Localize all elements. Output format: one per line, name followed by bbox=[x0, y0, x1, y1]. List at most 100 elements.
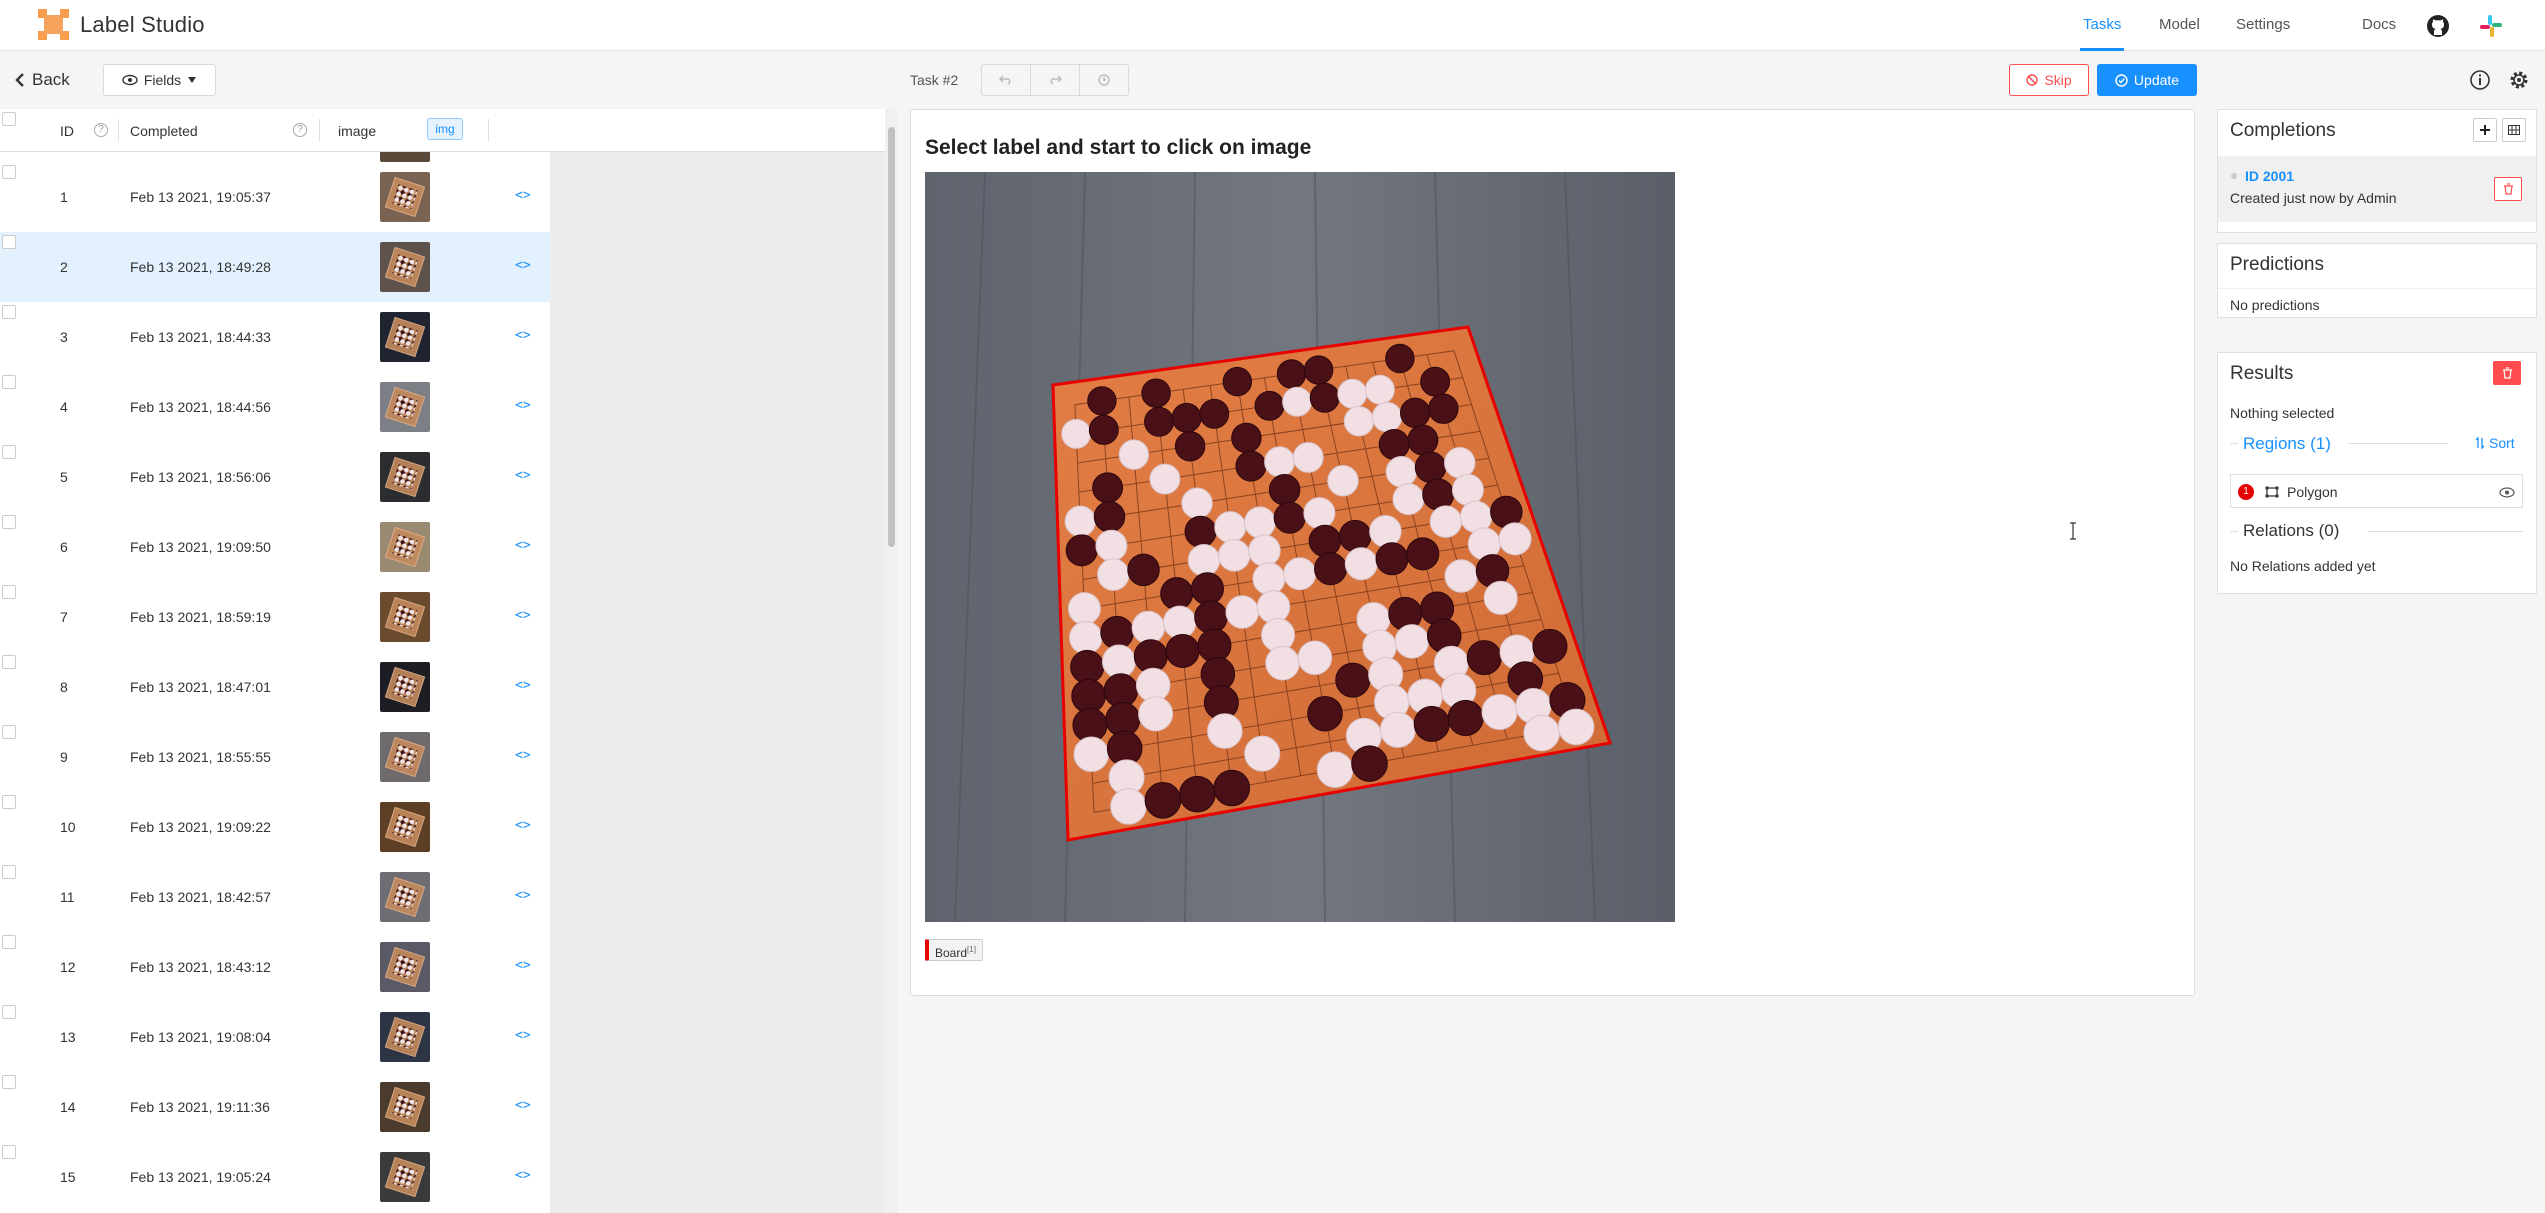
column-header-image[interactable]: image bbox=[338, 123, 376, 139]
code-icon[interactable]: <> bbox=[515, 818, 531, 833]
table-row[interactable]: 7 Feb 13 2021, 18:59:19 <> bbox=[0, 582, 550, 652]
row-checkbox[interactable] bbox=[2, 515, 16, 529]
nav-model[interactable]: Model bbox=[2159, 16, 2200, 33]
code-icon[interactable]: <> bbox=[515, 258, 531, 273]
delete-all-results-button[interactable] bbox=[2493, 361, 2521, 385]
region-item-polygon[interactable]: 1 Polygon bbox=[2230, 474, 2523, 508]
code-icon[interactable]: <> bbox=[515, 748, 531, 763]
github-icon[interactable] bbox=[2426, 14, 2450, 38]
help-icon[interactable]: ? bbox=[293, 123, 307, 137]
row-checkbox[interactable] bbox=[2, 1005, 16, 1019]
task-thumbnail[interactable] bbox=[380, 872, 430, 922]
task-thumbnail[interactable] bbox=[380, 942, 430, 992]
code-icon[interactable]: <> bbox=[515, 468, 531, 483]
row-checkbox[interactable] bbox=[2, 165, 16, 179]
table-row[interactable]: 8 Feb 13 2021, 18:47:01 <> bbox=[0, 652, 550, 722]
table-row[interactable]: 3 Feb 13 2021, 18:44:33 <> bbox=[0, 302, 550, 372]
code-icon[interactable]: <> bbox=[515, 678, 531, 693]
table-row[interactable]: 12 Feb 13 2021, 18:43:12 <> bbox=[0, 932, 550, 1002]
column-header-id[interactable]: ID bbox=[60, 123, 74, 139]
code-icon[interactable]: <> bbox=[515, 538, 531, 553]
column-resizer[interactable] bbox=[488, 119, 489, 141]
table-row[interactable]: 15 Feb 13 2021, 19:05:24 <> bbox=[0, 1142, 550, 1212]
nav-tasks[interactable]: Tasks bbox=[2083, 16, 2121, 33]
row-checkbox[interactable] bbox=[2, 445, 16, 459]
regions-header[interactable]: Regions (1) bbox=[2243, 434, 2331, 454]
row-checkbox[interactable] bbox=[2, 1145, 16, 1159]
task-thumbnail[interactable] bbox=[380, 662, 430, 712]
task-thumbnail[interactable] bbox=[380, 1082, 430, 1132]
code-icon[interactable]: <> bbox=[515, 188, 531, 203]
table-row[interactable]: 13 Feb 13 2021, 19:08:04 <> bbox=[0, 1002, 550, 1072]
help-icon[interactable]: ? bbox=[94, 123, 108, 137]
task-thumbnail[interactable] bbox=[380, 592, 430, 642]
table-row[interactable]: 2 Feb 13 2021, 18:49:28 <> bbox=[0, 232, 550, 302]
back-button[interactable]: Back bbox=[14, 66, 70, 94]
task-thumbnail[interactable] bbox=[380, 312, 430, 362]
table-row-partial[interactable] bbox=[0, 152, 550, 162]
labeling-image[interactable] bbox=[925, 172, 1675, 922]
code-icon[interactable]: <> bbox=[515, 888, 531, 903]
brand-name[interactable]: Label Studio bbox=[80, 12, 205, 38]
table-row[interactable]: 6 Feb 13 2021, 19:09:50 <> bbox=[0, 512, 550, 582]
row-checkbox[interactable] bbox=[2, 865, 16, 879]
add-completion-button[interactable] bbox=[2473, 118, 2497, 142]
column-header-completed[interactable]: Completed bbox=[130, 123, 198, 139]
sort-button[interactable]: Sort bbox=[2475, 435, 2515, 451]
nav-docs[interactable]: Docs bbox=[2362, 16, 2396, 33]
task-thumbnail[interactable] bbox=[380, 452, 430, 502]
select-all-checkbox[interactable] bbox=[2, 112, 16, 126]
row-checkbox[interactable] bbox=[2, 305, 16, 319]
code-icon[interactable]: <> bbox=[515, 1098, 531, 1113]
row-checkbox[interactable] bbox=[2, 935, 16, 949]
reset-button[interactable] bbox=[1080, 65, 1128, 95]
redo-button[interactable] bbox=[1031, 65, 1080, 95]
relations-header[interactable]: Relations (0) bbox=[2243, 521, 2339, 541]
row-checkbox[interactable] bbox=[2, 655, 16, 669]
task-thumbnail[interactable] bbox=[380, 242, 430, 292]
skip-button[interactable]: Skip bbox=[2009, 64, 2089, 96]
code-icon[interactable]: <> bbox=[515, 958, 531, 973]
task-thumbnail[interactable] bbox=[380, 732, 430, 782]
gear-icon[interactable] bbox=[2508, 69, 2530, 91]
table-row[interactable]: 4 Feb 13 2021, 18:44:56 <> bbox=[0, 372, 550, 442]
table-row[interactable]: 5 Feb 13 2021, 18:56:06 <> bbox=[0, 442, 550, 512]
row-checkbox[interactable] bbox=[2, 795, 16, 809]
task-thumbnail[interactable] bbox=[380, 172, 430, 222]
code-icon[interactable]: <> bbox=[515, 398, 531, 413]
slack-icon[interactable] bbox=[2479, 14, 2503, 38]
row-checkbox[interactable] bbox=[2, 585, 16, 599]
code-icon[interactable]: <> bbox=[515, 1168, 531, 1183]
info-icon[interactable] bbox=[2469, 69, 2491, 91]
table-row[interactable]: 10 Feb 13 2021, 19:09:22 <> bbox=[0, 792, 550, 862]
row-checkbox[interactable] bbox=[2, 725, 16, 739]
fields-dropdown[interactable]: Fields bbox=[103, 64, 216, 96]
code-icon[interactable]: <> bbox=[515, 328, 531, 343]
table-row[interactable]: 14 Feb 13 2021, 19:11:36 <> bbox=[0, 1072, 550, 1142]
completion-id[interactable]: ID 2001 bbox=[2245, 168, 2294, 184]
task-thumbnail[interactable] bbox=[380, 1012, 430, 1062]
completion-item[interactable]: ID 2001 Created just now by Admin bbox=[2218, 156, 2536, 222]
update-button[interactable]: Update bbox=[2097, 64, 2197, 96]
column-resizer[interactable] bbox=[319, 119, 320, 141]
label-studio-logo-icon[interactable] bbox=[38, 9, 69, 40]
task-thumbnail[interactable] bbox=[380, 802, 430, 852]
table-row[interactable]: 11 Feb 13 2021, 18:42:57 <> bbox=[0, 862, 550, 932]
board-image-canvas[interactable] bbox=[925, 172, 1675, 922]
scrollbar-thumb[interactable] bbox=[888, 127, 895, 547]
label-board-chip[interactable]: Board[1] bbox=[925, 939, 983, 961]
task-thumbnail[interactable] bbox=[380, 522, 430, 572]
code-icon[interactable]: <> bbox=[515, 1028, 531, 1043]
column-resizer[interactable] bbox=[118, 119, 119, 141]
eye-icon[interactable] bbox=[2499, 487, 2515, 498]
table-row[interactable]: 1 Feb 13 2021, 19:05:37 <> bbox=[0, 162, 550, 232]
task-thumbnail[interactable] bbox=[380, 1152, 430, 1202]
nav-settings[interactable]: Settings bbox=[2236, 16, 2290, 33]
row-checkbox[interactable] bbox=[2, 375, 16, 389]
row-checkbox[interactable] bbox=[2, 235, 16, 249]
table-scrollbar[interactable] bbox=[885, 109, 898, 1213]
row-checkbox[interactable] bbox=[2, 1075, 16, 1089]
undo-button[interactable] bbox=[982, 65, 1031, 95]
delete-completion-button[interactable] bbox=[2494, 177, 2522, 201]
task-thumbnail[interactable] bbox=[380, 382, 430, 432]
